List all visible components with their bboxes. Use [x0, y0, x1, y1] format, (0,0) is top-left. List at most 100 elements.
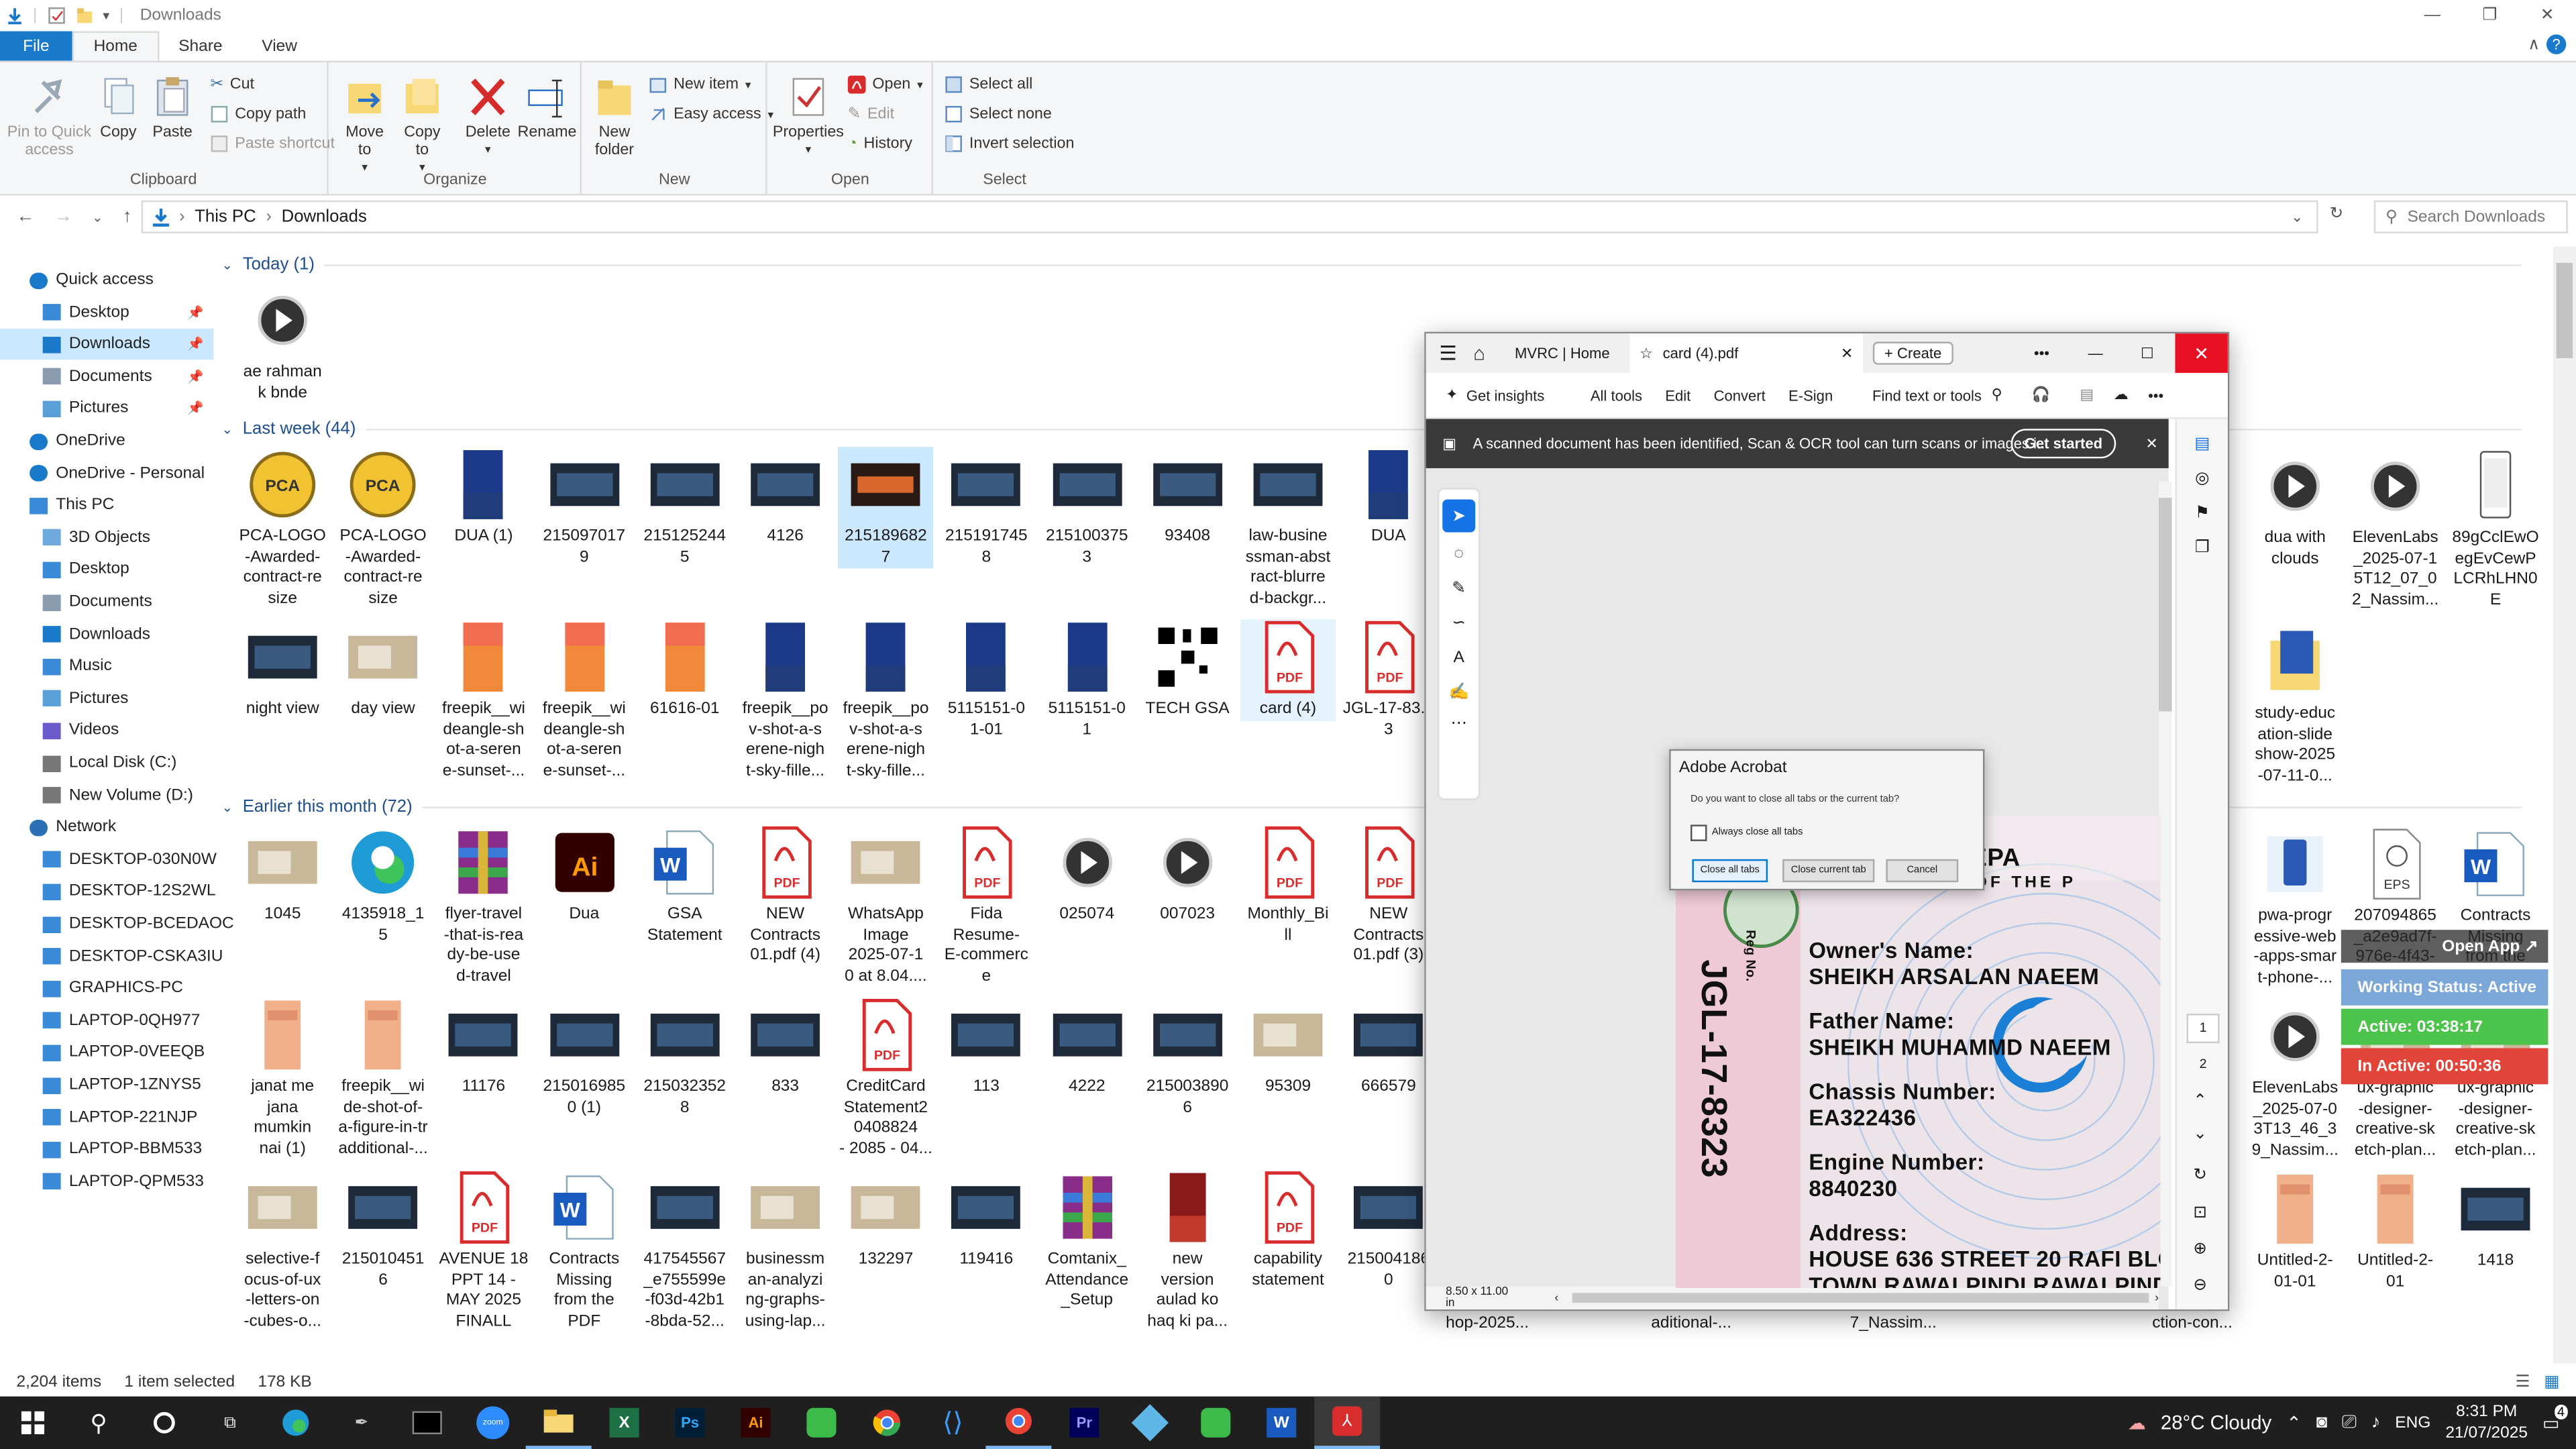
file-item[interactable]: 93408	[1140, 447, 1235, 548]
file-item[interactable]: PDF capability statement	[1240, 1170, 1336, 1291]
camera-icon[interactable]: ◙	[2316, 1413, 2327, 1432]
easy-access-button[interactable]: Easy access ▾	[649, 105, 773, 123]
chrome-icon[interactable]	[854, 1397, 920, 1449]
blue-app-icon[interactable]	[1117, 1397, 1183, 1449]
zoom-icon[interactable]: zoom	[460, 1397, 526, 1449]
breadcrumb-downloads[interactable]: Downloads	[282, 207, 367, 227]
nav-item[interactable]: Quick access	[0, 264, 213, 296]
nav-item[interactable]: Network	[0, 812, 213, 843]
file-item[interactable]: PCA PCA-LOGO -Awarded- contract-re size	[235, 447, 330, 609]
file-item[interactable]: 215189682 7	[838, 447, 934, 569]
file-explorer-icon[interactable]	[525, 1397, 592, 1449]
nav-item[interactable]: LAPTOP-0VEEQB	[0, 1037, 213, 1069]
scroll-right-icon[interactable]: ›	[2155, 1292, 2159, 1303]
back-arrow-icon[interactable]: ←	[16, 207, 34, 227]
file-item[interactable]: 4126	[738, 447, 833, 548]
file-item[interactable]: new version aulad ko haq ki pa...	[1140, 1170, 1235, 1332]
speaker-icon[interactable]: ♪	[2371, 1413, 2380, 1432]
file-item[interactable]: 215016985 0 (1)	[537, 998, 632, 1119]
file-item[interactable]: PDF NEW Contracts 01.pdf (4)	[738, 824, 833, 967]
group-header[interactable]: ⌄ Today (1)	[222, 255, 2522, 274]
large-icons-view-icon[interactable]: ▦	[2544, 1373, 2559, 1391]
nav-item[interactable]: New Volume (D:)	[0, 780, 213, 811]
rename-button[interactable]: Rename	[517, 76, 576, 142]
move-to-button[interactable]: Move to ▾	[340, 76, 389, 178]
file-item[interactable]: PDF CreditCard Statement2 0408824 - 2085 …	[838, 998, 933, 1160]
always-close-checkbox[interactable]	[1690, 824, 1707, 841]
green-app-icon[interactable]	[789, 1397, 855, 1449]
acrobat-scroll-thumb[interactable]	[2158, 498, 2172, 712]
zoom-out-icon[interactable]: ⊖	[2193, 1277, 2207, 1295]
draw-icon[interactable]: ∽	[1439, 614, 1479, 633]
nav-item[interactable]: DESKTOP-BCEDAOC	[0, 908, 234, 940]
details-view-icon[interactable]: ☰	[2515, 1373, 2530, 1391]
highlight-icon[interactable]: ✎	[1439, 580, 1479, 598]
chrome-profile-icon[interactable]	[985, 1397, 1052, 1449]
file-item[interactable]: DUA (1)	[436, 447, 531, 548]
nav-item[interactable]: Pictures 📌	[0, 393, 213, 425]
refresh-icon[interactable]: ↻	[2330, 205, 2344, 223]
file-item[interactable]: 5115151-0 1	[1039, 619, 1134, 741]
edit-menu[interactable]: Edit	[1665, 387, 1690, 403]
comment-icon[interactable]: ◌	[1439, 545, 1479, 564]
page-2-button[interactable]: 2	[2187, 1057, 2220, 1071]
file-item[interactable]: PCA PCA-LOGO -Awarded- contract-re size	[335, 447, 431, 609]
up-arrow-icon[interactable]: ↑	[123, 207, 131, 227]
menu-icon[interactable]: ☰	[1439, 341, 1456, 364]
address-dropdown-icon[interactable]: ⌄	[2291, 208, 2303, 226]
premiere-icon[interactable]: Pr	[1051, 1397, 1117, 1449]
nav-item[interactable]: DESKTOP-030N0W	[0, 844, 217, 875]
file-item[interactable]: PDF AVENUE 18 PPT 14 - MAY 2025 FINALL	[436, 1170, 531, 1332]
word-icon[interactable]: W	[1248, 1397, 1314, 1449]
recent-locations-icon[interactable]: ⌄	[92, 209, 103, 224]
tab-share[interactable]: Share	[159, 32, 242, 61]
esign-menu[interactable]: E-Sign	[1788, 387, 1833, 403]
text-box-icon[interactable]: A	[1439, 649, 1479, 667]
nav-item[interactable]: Downloads 📌	[0, 329, 214, 360]
star-icon[interactable]: ☆	[1640, 344, 1653, 362]
tab-home[interactable]: Home	[72, 31, 159, 61]
nav-item[interactable]: OneDrive - Personal	[0, 458, 213, 489]
properties-button[interactable]: Properties ▾	[773, 76, 844, 160]
file-item[interactable]: 132297	[838, 1170, 933, 1271]
file-item[interactable]: freepik__wi de-shot-of- a-figure-in-tr a…	[335, 998, 431, 1160]
network-icon[interactable]: ⎚	[2342, 1412, 2357, 1434]
file-item[interactable]: TECH GSA	[1140, 619, 1235, 720]
get-insights-button[interactable]: ✦ Get insights	[1446, 386, 1544, 405]
nav-item[interactable]: LAPTOP-221NJP	[0, 1102, 213, 1133]
cortana-icon[interactable]	[131, 1397, 197, 1449]
file-item[interactable]: freepik__po v-shot-a-s erene-nigh t-sky-…	[838, 619, 933, 782]
file-item[interactable]: businessm an-analyzi ng-graphs- using-la…	[738, 1170, 833, 1332]
get-started-button[interactable]: Get started	[2010, 429, 2116, 459]
tab-file[interactable]: File	[0, 31, 72, 61]
file-item[interactable]: flyer-travel -that-is-rea dy-be-use d-tr…	[436, 824, 531, 987]
excel-icon[interactable]: X	[592, 1397, 657, 1449]
file-item[interactable]: 833	[738, 998, 833, 1099]
nav-item[interactable]: Documents	[0, 586, 213, 618]
delete-button[interactable]: Delete ▾	[462, 76, 514, 160]
file-item[interactable]: law-busine ssman-abst ract-blurre d-back…	[1240, 447, 1336, 609]
weather-text[interactable]: 28°C Cloudy	[2161, 1411, 2271, 1434]
invert-selection-button[interactable]: Invert selection	[945, 135, 1074, 153]
edit-button[interactable]: ✎ Edit	[848, 105, 894, 123]
open-button[interactable]: Open ▾	[847, 75, 923, 94]
select-all-button[interactable]: Select all	[945, 76, 1032, 94]
file-item[interactable]: selective-f ocus-of-ux -letters-on -cube…	[235, 1170, 330, 1332]
photoshop-icon[interactable]: Ps	[657, 1397, 723, 1449]
file-item[interactable]: 007023	[1140, 824, 1235, 926]
copy-path-button[interactable]: Copy path	[210, 105, 306, 123]
nav-item[interactable]: DESKTOP-12S2WL	[0, 876, 216, 908]
pages-panel-icon[interactable]: ❐	[2177, 539, 2228, 557]
scrollbar-thumb[interactable]	[2556, 262, 2573, 358]
nav-item[interactable]: Local Disk (C:)	[0, 747, 213, 779]
nav-item[interactable]: LAPTOP-0QH977	[0, 1005, 213, 1036]
file-item[interactable]: Comtanix_ Attendance _Setup	[1039, 1170, 1134, 1312]
dismiss-banner-icon[interactable]: ✕	[2145, 435, 2157, 453]
file-item[interactable]: PDF Fida Resume- E-commerc e	[938, 824, 1034, 987]
acrobat-maximize-button[interactable]: ☐	[2141, 344, 2154, 362]
task-view-icon[interactable]: ⧉	[197, 1397, 263, 1449]
language-indicator[interactable]: ENG	[2395, 1413, 2430, 1432]
home-icon[interactable]: ⌂	[1473, 341, 1485, 364]
file-item[interactable]: 215191745 8	[938, 447, 1034, 568]
file-item[interactable]: PDF card (4)	[1240, 619, 1336, 720]
